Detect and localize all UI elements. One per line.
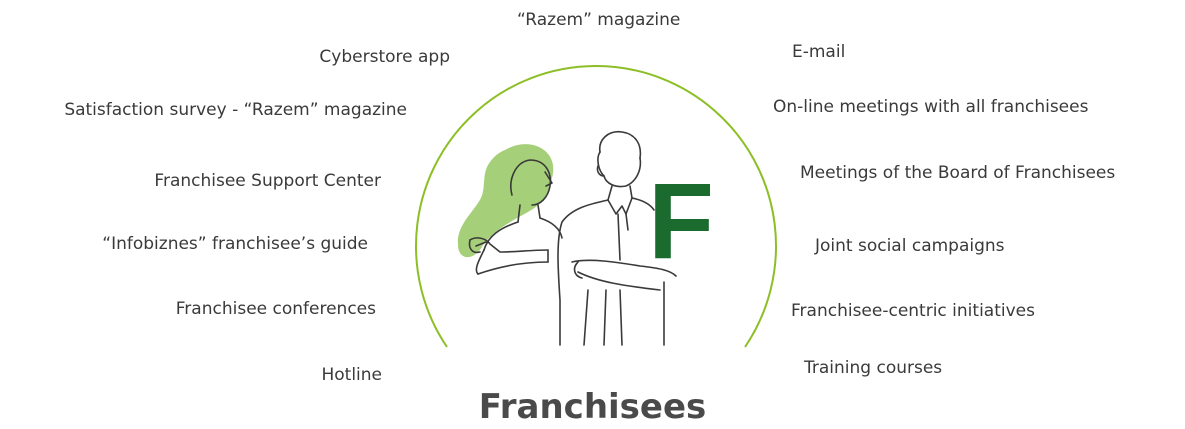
- right-item: Meetings of the Board of Franchisees: [800, 163, 1116, 183]
- logo-letter: F: [648, 160, 714, 281]
- left-item: Cyberstore app: [319, 47, 450, 67]
- circle-arc: [415, 65, 777, 348]
- right-item: E-mail: [792, 42, 846, 62]
- left-item: “Infobiznes” franchisee’s guide: [102, 234, 368, 254]
- right-item: On-line meetings with all franchisees: [773, 97, 1089, 117]
- right-item: Joint social campaigns: [815, 236, 1005, 256]
- item-razem-magazine: “Razem” magazine: [517, 10, 681, 30]
- left-item: Franchisee conferences: [175, 299, 376, 319]
- right-item: Training courses: [804, 358, 943, 378]
- right-item: Franchisee-centric initiatives: [791, 301, 1035, 321]
- left-item: Franchisee Support Center: [154, 171, 381, 191]
- diagram-title: Franchisees: [478, 387, 707, 427]
- franchisees-illustration: F: [415, 65, 777, 348]
- left-item: Hotline: [321, 365, 382, 385]
- left-item: Satisfaction survey - “Razem” magazine: [64, 100, 407, 120]
